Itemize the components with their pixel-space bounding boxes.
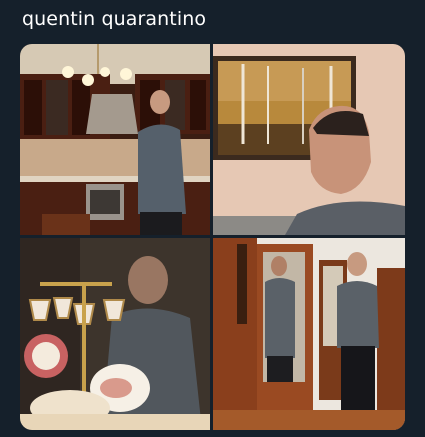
tweet-text: quentin quarantino [22, 8, 207, 30]
photo-kitchen[interactable] [20, 44, 210, 235]
photo-hallway-mirror[interactable] [213, 238, 405, 430]
photo-china-cabinet[interactable] [20, 238, 210, 430]
photo-painting[interactable] [213, 44, 405, 235]
tweet-media-grid [20, 44, 405, 430]
